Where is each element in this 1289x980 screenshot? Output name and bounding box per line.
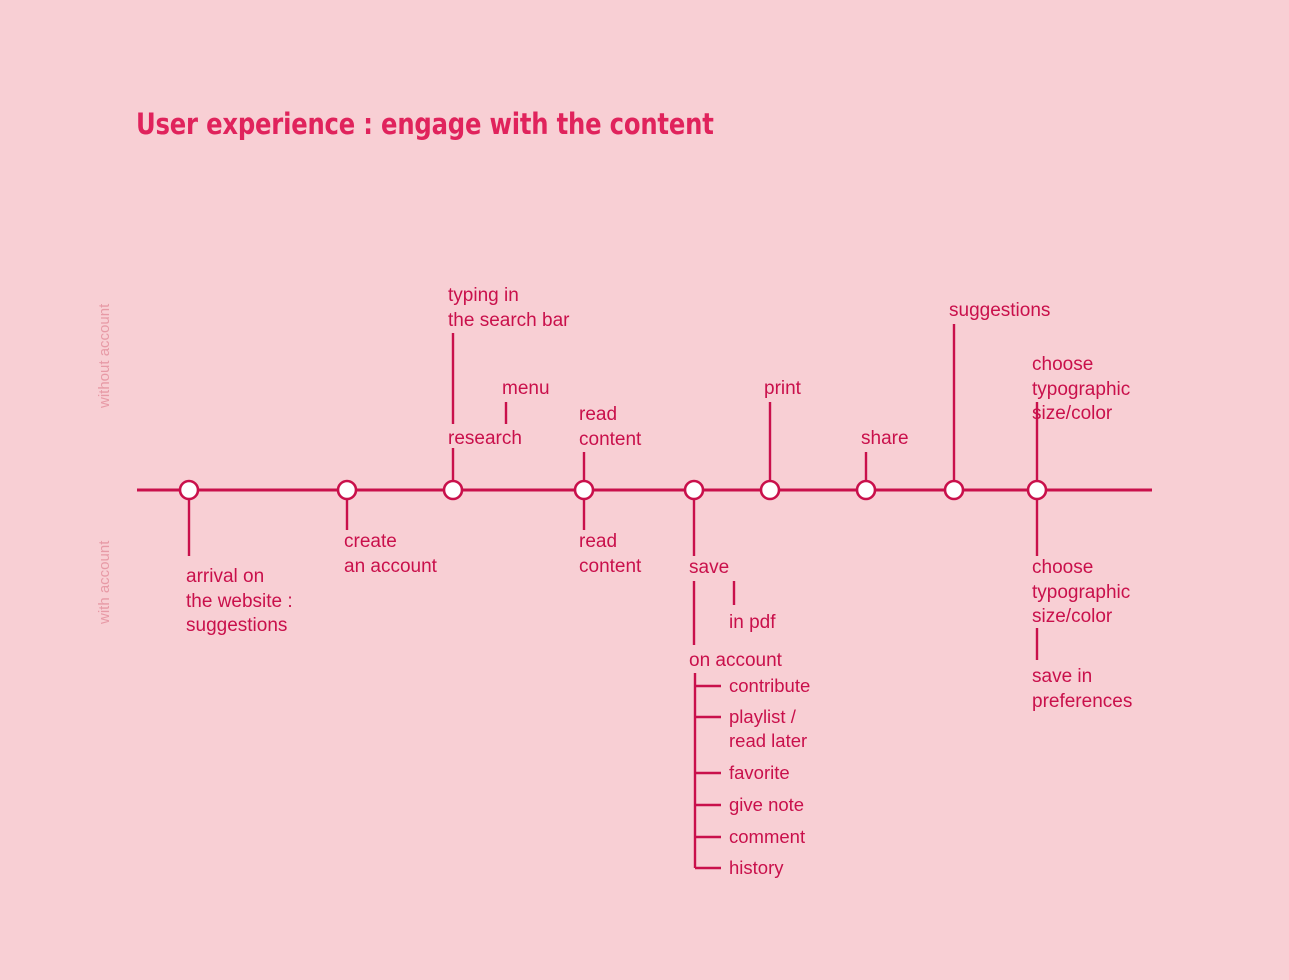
label-tree-item-4: comment	[729, 826, 806, 847]
timeline-node-print[interactable]	[759, 479, 781, 501]
timeline-node-read-1[interactable]	[573, 479, 595, 501]
diagram-canvas: User experience : engage with the conten…	[0, 0, 1289, 980]
label-above-read-1: read content	[579, 404, 642, 450]
label-below-arrival: arrival on the website : suggestions	[186, 566, 293, 636]
label-above-share: share	[861, 428, 909, 449]
label-below-save: save	[689, 557, 730, 578]
label-above-suggest: suggestions	[949, 300, 1051, 321]
label-tree-item-2: favorite	[729, 762, 790, 783]
timeline-node-suggest[interactable]	[943, 479, 965, 501]
tree-connectors	[693, 673, 721, 870]
label-tree-item-3: give note	[729, 794, 805, 815]
timeline-node-create[interactable]	[336, 479, 358, 501]
label-branch-typing_in_search_bar: typing in the search bar	[448, 285, 570, 331]
timeline-node-share[interactable]	[855, 479, 877, 501]
label-tree-item-5: history	[729, 857, 784, 878]
label-branch-menu: menu	[502, 378, 550, 399]
timeline-node-save[interactable]	[683, 479, 705, 501]
stem-lines	[187, 324, 1039, 645]
timeline-node-typography[interactable]	[1026, 479, 1048, 501]
label-branch-save_in_preferences: save in preferences	[1032, 666, 1133, 712]
label-below-create: create an account	[344, 531, 437, 577]
label-above-typography: choose typographic size/color	[1032, 354, 1131, 424]
label-below-read-1: read content	[579, 531, 642, 577]
label-branch-in_pdf: in pdf	[729, 612, 776, 633]
label-tree-item-0: contribute	[729, 675, 811, 696]
label-above-research: research	[448, 428, 522, 449]
label-tree-item-1: playlist / read later	[729, 706, 808, 751]
label-below-typography: choose typographic size/color	[1032, 557, 1131, 627]
timeline-graphics	[137, 324, 1152, 870]
label-above-print: print	[764, 378, 801, 399]
label-tree-root: on account	[689, 650, 782, 671]
timeline-node-research[interactable]	[442, 479, 464, 501]
timeline-node-arrival[interactable]	[178, 479, 200, 501]
